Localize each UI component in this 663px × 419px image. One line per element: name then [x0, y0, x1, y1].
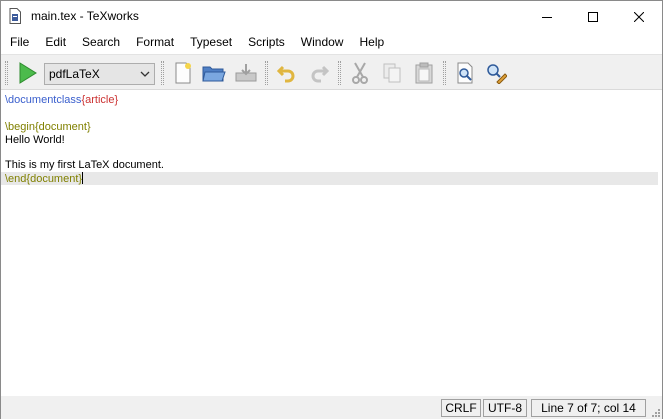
- menu-bar: File Edit Search Format Typeset Scripts …: [1, 32, 662, 53]
- new-document-button[interactable]: [169, 59, 197, 87]
- status-bar: CRLF UTF-8 Line 7 of 7; col 14: [1, 396, 662, 419]
- paste-icon: [415, 62, 433, 84]
- cursor-position-indicator[interactable]: Line 7 of 7; col 14: [531, 399, 646, 417]
- menu-window[interactable]: Window: [293, 32, 352, 53]
- menu-edit[interactable]: Edit: [37, 32, 74, 53]
- menu-help[interactable]: Help: [351, 32, 392, 53]
- menu-typeset[interactable]: Typeset: [182, 32, 240, 53]
- save-button[interactable]: [232, 59, 260, 87]
- title-bar: main.tex - TeXworks: [1, 1, 662, 32]
- resize-grip-icon[interactable]: [649, 406, 661, 418]
- line-ending-indicator[interactable]: CRLF: [441, 399, 481, 417]
- undo-icon: [277, 65, 295, 83]
- menu-format[interactable]: Format: [128, 32, 182, 53]
- undo-button[interactable]: [273, 59, 301, 87]
- paste-button[interactable]: [410, 59, 438, 87]
- toolbar-grip[interactable]: [443, 61, 446, 85]
- cut-button[interactable]: [346, 59, 374, 87]
- toolbar-grip[interactable]: [161, 61, 164, 85]
- minimize-icon: [542, 16, 552, 18]
- close-icon: [634, 11, 644, 22]
- latex-environment: \begin{document}: [5, 121, 91, 133]
- save-icon: [235, 64, 257, 82]
- chevron-down-icon: [140, 71, 150, 77]
- latex-argument: {article}: [81, 94, 119, 106]
- window-title: main.tex - TeXworks: [31, 9, 139, 23]
- menu-search[interactable]: Search: [74, 32, 128, 53]
- encoding-indicator[interactable]: UTF-8: [483, 399, 527, 417]
- typeset-play-icon: [19, 62, 37, 84]
- tex-document-icon: [9, 8, 21, 24]
- find-button[interactable]: [451, 59, 479, 87]
- new-document-icon: [175, 62, 191, 84]
- find-icon: [457, 62, 473, 84]
- source-editor[interactable]: \documentclass{article} \begin{document}…: [1, 90, 662, 396]
- go-to-pdf-button[interactable]: [482, 59, 510, 87]
- text-caret: [82, 172, 84, 184]
- open-button[interactable]: [200, 59, 228, 87]
- maximize-button[interactable]: [570, 1, 616, 32]
- toolbar-grip[interactable]: [5, 61, 8, 85]
- go-to-pdf-icon: [487, 64, 507, 84]
- minimize-button[interactable]: [524, 1, 570, 32]
- editor-line: \begin{document}: [5, 121, 91, 134]
- maximize-icon: [588, 11, 598, 22]
- toolbar-grip[interactable]: [265, 61, 268, 85]
- editor-line: Hello World!: [5, 134, 65, 146]
- close-button[interactable]: [616, 1, 662, 32]
- latex-command: \documentclass: [5, 94, 82, 106]
- editor-line: \documentclass{article}: [5, 94, 118, 107]
- toolbar: pdfLaTeX: [1, 54, 662, 90]
- toolbar-grip[interactable]: [338, 61, 341, 85]
- redo-button[interactable]: [305, 59, 333, 87]
- engine-select[interactable]: pdfLaTeX: [44, 63, 155, 85]
- typeset-button[interactable]: [13, 59, 41, 87]
- engine-select-value: pdfLaTeX: [49, 67, 100, 81]
- cut-icon: [352, 62, 368, 84]
- redo-icon: [311, 65, 329, 83]
- menu-scripts[interactable]: Scripts: [240, 32, 293, 53]
- copy-icon: [383, 63, 401, 83]
- editor-current-line: \end{document}: [1, 172, 658, 185]
- open-folder-icon: [202, 66, 226, 82]
- copy-button[interactable]: [378, 59, 406, 87]
- latex-environment: \end{document}: [5, 173, 83, 185]
- menu-file[interactable]: File: [2, 32, 37, 53]
- texworks-window: main.tex - TeXworks File Edit Search For…: [0, 0, 663, 419]
- editor-line: This is my first LaTeX document.: [5, 159, 164, 171]
